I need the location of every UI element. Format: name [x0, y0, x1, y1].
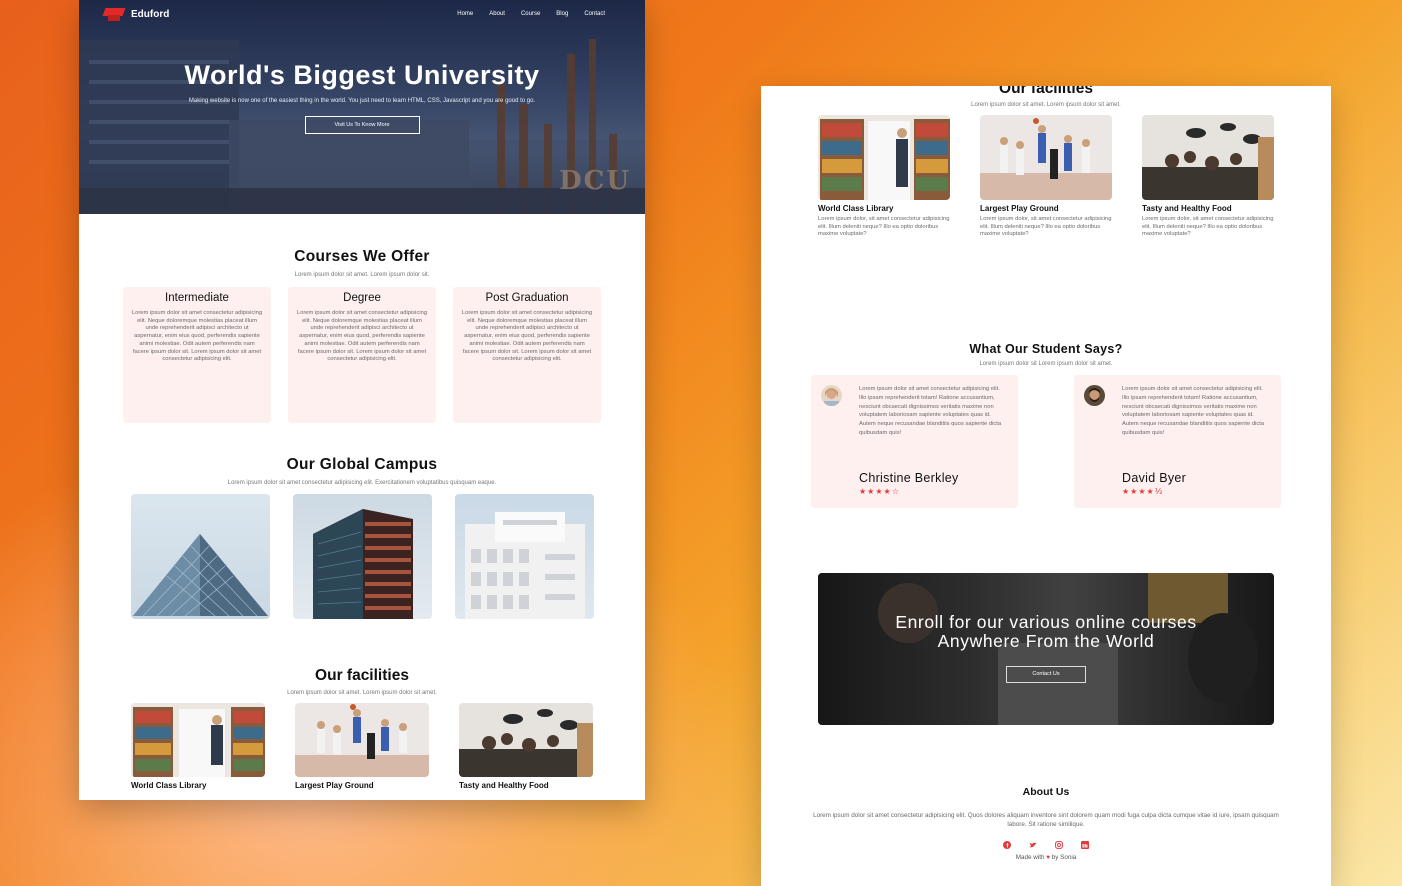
course-card-intermediate[interactable]: Intermediate Lorem ipsum dolor sit amet … — [123, 287, 271, 423]
avatar — [821, 385, 842, 406]
campus-title: Our Global Campus — [286, 456, 438, 473]
facilities-section-left: Our facilities Lorem ipsum dolor sit ame… — [79, 667, 645, 790]
graduation-cap-icon — [102, 7, 126, 21]
facility-card-food[interactable]: Tasty and Healthy Food — [459, 703, 593, 790]
testimonial-card: Lorem ipsum dolor sit amet consectetur a… — [811, 375, 1018, 508]
library-image — [818, 115, 950, 200]
contact-us-button[interactable]: Contact Us — [1006, 666, 1086, 683]
facility-card-library[interactable]: World Class Library Lorem ipsum dolor, s… — [818, 115, 950, 239]
facilities-subtitle: Lorem ipsum dolor sit amet. Lorem ipsum … — [971, 102, 1121, 108]
testimonial-name: Christine Berkley — [859, 471, 959, 485]
testimonials-list: Lorem ipsum dolor sit amet consectetur a… — [761, 375, 1331, 508]
campus-subtitle: Lorem ipsum dolor sit amet consectetur a… — [227, 480, 497, 486]
nav-course[interactable]: Course — [521, 11, 540, 17]
course-description: Lorem ipsum dolor sit amet consectetur a… — [131, 310, 263, 363]
twitter-icon[interactable] — [1028, 841, 1038, 851]
campus-gallery — [79, 494, 645, 619]
campus-image-2[interactable] — [292, 494, 432, 619]
star-rating: ★★★★☆ — [859, 487, 900, 496]
nav-blog[interactable]: Blog — [556, 11, 568, 17]
testimonials-subtitle: Lorem ipsum dolor sit Lorem ipsum dolor … — [979, 361, 1113, 367]
brand-logo[interactable]: Eduford — [102, 7, 170, 21]
food-image — [1142, 115, 1274, 200]
course-card-degree[interactable]: Degree Lorem ipsum dolor sit amet consec… — [288, 287, 436, 423]
playground-image — [980, 115, 1112, 200]
facility-name: Largest Play Ground — [295, 781, 374, 790]
facilities-title: Our facilities — [999, 86, 1093, 97]
facilities-subtitle: Lorem ipsum dolor sit amet. Lorem ipsum … — [287, 690, 437, 696]
about-text: Lorem ipsum dolor sit amet consectetur a… — [813, 812, 1279, 828]
star-rating: ★★★★½ — [1122, 487, 1164, 496]
facility-description: Lorem ipsum dolor, sit amet consectetur … — [1142, 216, 1274, 237]
course-name: Intermediate — [165, 292, 229, 304]
linkedin-icon[interactable] — [1080, 841, 1090, 851]
testimonials-section: What Our Student Says? Lorem ipsum dolor… — [761, 342, 1331, 508]
instagram-icon[interactable] — [1054, 841, 1064, 851]
enroll-title: Enroll for our various online courses An… — [895, 612, 1197, 651]
page-preview-right: Our facilities Lorem ipsum dolor sit ame… — [761, 86, 1331, 886]
testimonials-title: What Our Student Says? — [969, 342, 1123, 356]
hero-subtitle: Making website is now one of the easiest… — [188, 98, 536, 104]
courses-list: Intermediate Lorem ipsum dolor sit amet … — [79, 287, 645, 423]
facility-name: Tasty and Healthy Food — [459, 781, 549, 790]
facility-name: World Class Library — [818, 204, 894, 213]
courses-section: Courses We Offer Lorem ipsum dolor sit a… — [79, 214, 645, 423]
testimonial-card: Lorem ipsum dolor sit amet consectetur a… — [1074, 375, 1281, 508]
facility-name: Largest Play Ground — [980, 204, 1059, 213]
course-name: Post Graduation — [485, 292, 569, 304]
facilities-title: Our facilities — [315, 667, 409, 684]
facilities-list: World Class Library Lorem ipsum dolor, s… — [761, 115, 1331, 239]
facility-card-library[interactable]: World Class Library — [131, 703, 265, 790]
facility-name: World Class Library — [131, 781, 207, 790]
facilities-list: World Class Library Largest Play Ground — [79, 703, 645, 790]
course-card-post-graduation[interactable]: Post Graduation Lorem ipsum dolor sit am… — [453, 287, 601, 423]
facebook-icon[interactable] — [1002, 841, 1012, 851]
testimonial-text: Lorem ipsum dolor sit amet consectetur a… — [859, 386, 1002, 436]
facility-description: Lorem ipsum dolor, sit amet consectetur … — [818, 216, 950, 237]
hero-section: DCU Eduford Home About Course Blog Conta… — [79, 0, 645, 214]
facility-description: Lorem ipsum dolor, sit amet consectetur … — [980, 216, 1112, 237]
enroll-banner: Enroll for our various online courses An… — [818, 573, 1274, 725]
heart-icon: ♥ — [1046, 854, 1050, 861]
brand-name: Eduford — [131, 8, 170, 20]
facility-card-food[interactable]: Tasty and Healthy Food Lorem ipsum dolor… — [1142, 115, 1274, 239]
facility-card-playground[interactable]: Largest Play Ground — [295, 703, 429, 790]
nav-home[interactable]: Home — [457, 11, 473, 17]
made-with-credit: Made with ♥ by Sonia — [1015, 854, 1077, 861]
campus-image-1[interactable] — [130, 494, 270, 619]
avatar — [1084, 385, 1105, 406]
course-description: Lorem ipsum dolor sit amet consectetur a… — [461, 310, 593, 363]
nav-contact[interactable]: Contact — [584, 11, 605, 17]
testimonial-text: Lorem ipsum dolor sit amet consectetur a… — [1122, 386, 1265, 436]
social-links — [761, 841, 1331, 851]
top-nav: Eduford Home About Course Blog Contact — [79, 0, 645, 28]
facility-card-playground[interactable]: Largest Play Ground Lorem ipsum dolor, s… — [980, 115, 1112, 239]
about-title: About Us — [1022, 786, 1070, 798]
page-preview-left: DCU Eduford Home About Course Blog Conta… — [79, 0, 645, 800]
nav-about[interactable]: About — [489, 11, 505, 17]
facilities-section-right: Our facilities Lorem ipsum dolor sit ame… — [761, 86, 1331, 239]
nav-links: Home About Course Blog Contact — [457, 11, 605, 17]
courses-title: Courses We Offer — [294, 248, 430, 265]
facility-name: Tasty and Healthy Food — [1142, 204, 1232, 213]
campus-image-3[interactable] — [454, 494, 594, 619]
hero-watermark: DCU — [559, 166, 631, 196]
course-description: Lorem ipsum dolor sit amet consectetur a… — [296, 310, 428, 363]
courses-subtitle: Lorem ipsum dolor sit amet. Lorem ipsum … — [294, 272, 430, 278]
food-image — [459, 703, 593, 777]
hero-title: World's Biggest University — [184, 60, 540, 90]
course-name: Degree — [343, 292, 381, 304]
visit-us-button[interactable]: Visit Us To Know More — [304, 116, 420, 134]
campus-section: Our Global Campus Lorem ipsum dolor sit … — [79, 456, 645, 619]
library-image — [131, 703, 265, 777]
testimonial-name: David Byer — [1122, 471, 1187, 485]
hero-content: World's Biggest University Making websit… — [79, 60, 645, 134]
playground-image — [295, 703, 429, 777]
